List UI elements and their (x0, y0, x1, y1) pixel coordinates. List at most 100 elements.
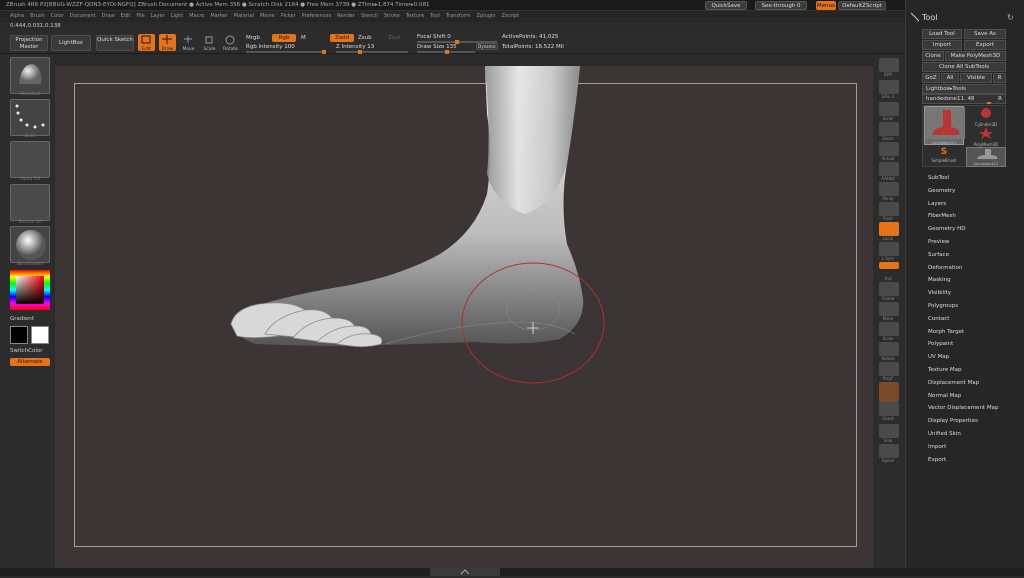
tool-palette-refresh-icon[interactable]: ↻ (1007, 13, 1014, 22)
menu-item[interactable]: Transform (446, 11, 471, 22)
tool-thumb-simplebrush[interactable]: S SimpleBrush (924, 147, 964, 167)
menu-item[interactable]: Picker (281, 11, 296, 22)
tool-menu-item[interactable]: Masking (928, 277, 951, 283)
lightbox-button[interactable]: LightBox (51, 35, 91, 51)
color-picker[interactable] (10, 270, 50, 312)
tool-menu-item[interactable]: Geometry (928, 188, 955, 194)
shelf-button[interactable] (879, 162, 899, 176)
tool-menu-item[interactable]: Contact (928, 316, 949, 322)
menu-item[interactable]: Light (171, 11, 183, 22)
shelf-button[interactable] (879, 322, 899, 336)
draw-size-slider[interactable] (417, 50, 475, 54)
goz-button[interactable]: GoZ (922, 73, 940, 83)
tool-thumb-active[interactable]: handedone11 (924, 106, 965, 145)
zadd-toggle[interactable]: Zadd (330, 34, 354, 42)
menu-item[interactable]: Alpha (10, 11, 24, 22)
zsub-toggle[interactable]: Zsub (358, 35, 372, 41)
shelf-button[interactable] (879, 444, 899, 458)
alternate-button[interactable]: Alternate (10, 358, 50, 366)
tool-menu-item[interactable]: Geometry HD (928, 226, 966, 232)
move-mode-button[interactable]: Move (180, 34, 197, 52)
brush-thumbnail[interactable] (10, 57, 50, 94)
projection-master-button[interactable]: Projection Master (10, 35, 48, 51)
menu-item[interactable]: Color (51, 11, 64, 22)
tool-menu-item[interactable]: Polypaint (928, 341, 953, 347)
lightbox-tools-button[interactable]: Lightbox▸Tools (922, 84, 1006, 94)
stroke-thumbnail[interactable] (10, 99, 50, 136)
tool-menu-item[interactable]: Preview (928, 239, 949, 245)
menu-item[interactable]: Material (234, 11, 254, 22)
tool-menu-item[interactable]: Polygroups (928, 303, 958, 309)
menu-item[interactable]: Stroke (384, 11, 400, 22)
tool-menu-item[interactable]: Morph Target (928, 329, 964, 335)
scale-mode-button[interactable]: Scale (201, 34, 218, 52)
tool-thumb-foot-2[interactable]: handedone11 (966, 147, 1006, 167)
menu-item[interactable]: Brush (30, 11, 44, 22)
shelf-button[interactable] (879, 122, 899, 136)
menu-item[interactable]: Zscript (502, 11, 519, 22)
tool-menu-item[interactable]: Layers (928, 201, 946, 207)
transp-button[interactable] (879, 382, 899, 402)
rgb-toggle[interactable]: Rgb (272, 34, 296, 42)
shelf-button[interactable] (879, 102, 899, 116)
shelf-button[interactable] (879, 142, 899, 156)
draw-mode-button[interactable]: Draw (159, 34, 176, 52)
shelf-button[interactable] (879, 424, 899, 438)
rotate-mode-button[interactable]: Rotate (222, 34, 239, 52)
tool-menu-item[interactable]: Unified Skin (928, 431, 961, 437)
menu-item[interactable]: File (136, 11, 144, 22)
menu-item[interactable]: Texture (406, 11, 424, 22)
menu-item[interactable]: Edit (121, 11, 131, 22)
tool-menu-item[interactable]: Display Properties (928, 418, 978, 424)
goz-visible-button[interactable]: Visible (960, 73, 992, 83)
mrgb-toggle[interactable]: Mrgb (246, 35, 260, 41)
rgb-intensity-slider[interactable] (246, 50, 326, 54)
z-intensity-slider[interactable] (336, 50, 408, 54)
menu-item[interactable]: Render (337, 11, 355, 22)
zcut-toggle[interactable]: Zcut (388, 35, 400, 41)
tool-menu-item[interactable]: SubTool (928, 175, 949, 181)
dynamic-toggle[interactable]: Dynamic (476, 43, 498, 50)
tool-menu-item[interactable]: Vector Displacement Map (928, 405, 998, 411)
goz-r-button[interactable]: R (993, 73, 1006, 83)
shelf-button[interactable] (879, 402, 899, 416)
xyz-button[interactable] (879, 262, 899, 269)
tool-menu-item[interactable]: Displacement Map (928, 380, 979, 386)
tool-menu-item[interactable]: Surface (928, 252, 949, 258)
menus-toggle[interactable]: Menus (816, 1, 836, 10)
menu-item[interactable]: Movie (260, 11, 275, 22)
shelf-button[interactable] (879, 342, 899, 356)
load-tool-button[interactable]: Load Tool (922, 29, 962, 39)
clone-all-subtools-button[interactable]: Clone All SubTools (922, 62, 1006, 72)
texture-thumbnail[interactable] (10, 184, 50, 221)
clone-button[interactable]: Clone (922, 51, 944, 61)
menu-item[interactable]: Macro (189, 11, 204, 22)
make-polymesh-button[interactable]: Make PolyMesh3D (945, 51, 1006, 61)
menu-item[interactable]: Zplugin (477, 11, 496, 22)
edit-mode-button[interactable]: Edit (138, 34, 155, 52)
local-button[interactable] (879, 222, 899, 236)
shelf-button[interactable] (879, 182, 899, 196)
shelf-button[interactable] (879, 202, 899, 216)
secondary-color-swatch[interactable] (31, 326, 49, 344)
shelf-button[interactable] (879, 362, 899, 376)
bottom-shelf-toggle[interactable] (430, 568, 500, 576)
shelf-button[interactable] (879, 242, 899, 256)
tool-menu-item[interactable]: Export (928, 457, 946, 463)
save-as-button[interactable]: Save As (964, 29, 1006, 39)
tool-menu-item[interactable]: UV Map (928, 354, 949, 360)
export-tool-button[interactable]: Export (964, 40, 1006, 50)
quicksave-button[interactable]: QuickSave (705, 1, 747, 10)
tool-thumb-cylinder[interactable]: Cylinder3D (966, 106, 1006, 127)
tool-menu-item[interactable]: Texture Map (928, 367, 962, 373)
tool-menu-item[interactable]: FiberMesh (928, 213, 956, 219)
menu-item[interactable]: Document (70, 11, 96, 22)
menu-item[interactable]: Preferences (302, 11, 331, 22)
menu-item[interactable]: Stencil (361, 11, 378, 22)
material-thumbnail[interactable] (10, 226, 50, 263)
primary-color-swatch[interactable] (10, 326, 28, 344)
goz-all-button[interactable]: All (941, 73, 959, 83)
gradient-toggle[interactable]: Gradient (10, 316, 34, 322)
shelf-button[interactable] (879, 58, 899, 72)
tool-thumb-polymesh[interactable]: PolyMesh3D (966, 126, 1006, 147)
